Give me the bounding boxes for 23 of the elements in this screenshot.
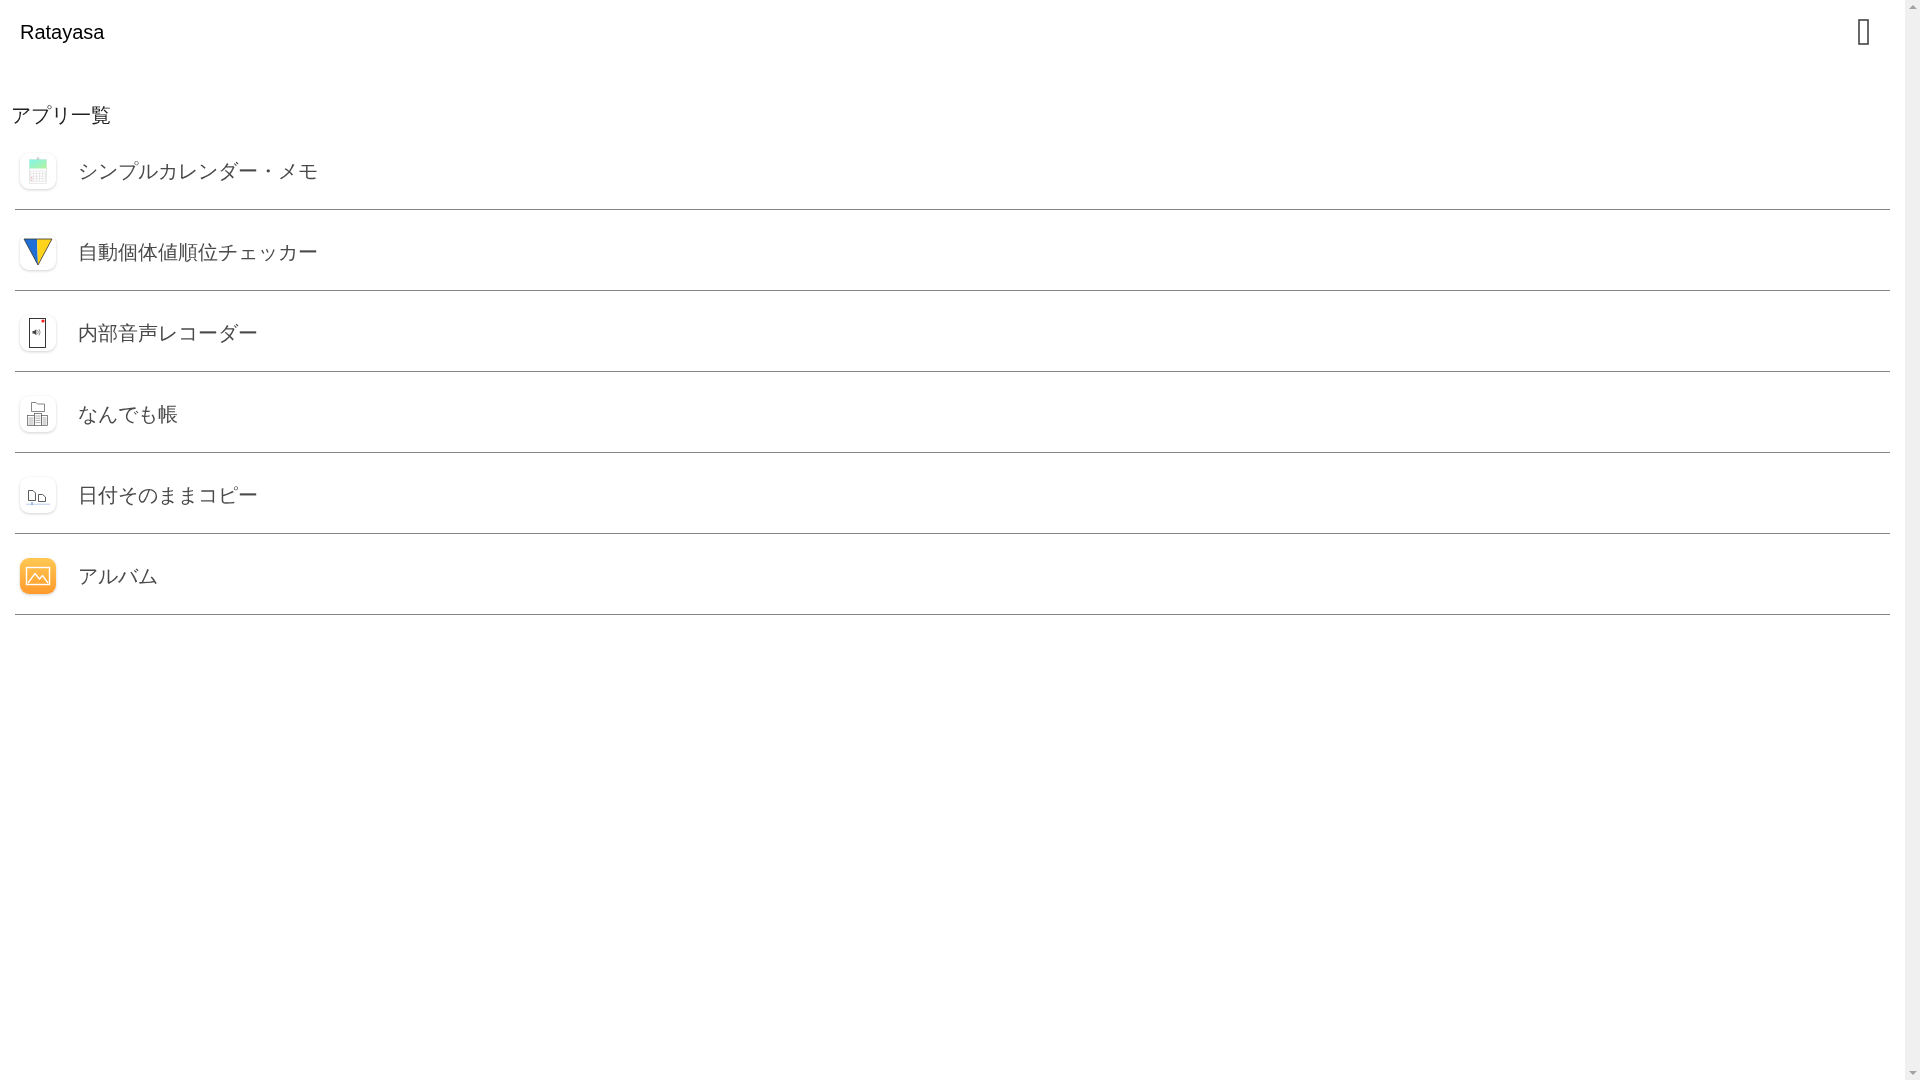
rectangle-icon[interactable]	[1858, 19, 1869, 45]
app-list-item[interactable]: アルバム	[15, 534, 1890, 615]
phone-speaker-icon	[20, 315, 56, 351]
app-list-item[interactable]: 内部音声レコーダー	[15, 291, 1890, 372]
app-list-item[interactable]: 日付そのままコピー	[15, 453, 1890, 534]
down-arrow-icon[interactable]	[1908, 1071, 1917, 1075]
folder-documents-icon	[20, 396, 56, 432]
app-name: シンプルカレンダー・メモ	[78, 158, 318, 184]
app-name: なんでも帳	[78, 401, 178, 427]
app-list-item[interactable]: 自動個体値順位チェッカー	[15, 210, 1890, 291]
app-title: Ratayasa	[20, 20, 105, 44]
app-name: 自動個体値順位チェッカー	[78, 239, 318, 265]
up-arrow-icon[interactable]	[1908, 5, 1917, 9]
scrollbar[interactable]	[1905, 0, 1920, 1080]
section-heading: アプリ一覧	[11, 103, 111, 127]
documents-icon	[20, 477, 56, 513]
app-list-item[interactable]: なんでも帳	[15, 372, 1890, 453]
app-list-item[interactable]: シンプルカレンダー・メモ	[15, 129, 1890, 210]
calendar-icon	[20, 153, 56, 189]
app-name: 日付そのままコピー	[78, 482, 258, 508]
picture-icon	[20, 558, 56, 594]
app-name: 内部音声レコーダー	[78, 320, 258, 346]
app-name: アルバム	[78, 563, 158, 589]
